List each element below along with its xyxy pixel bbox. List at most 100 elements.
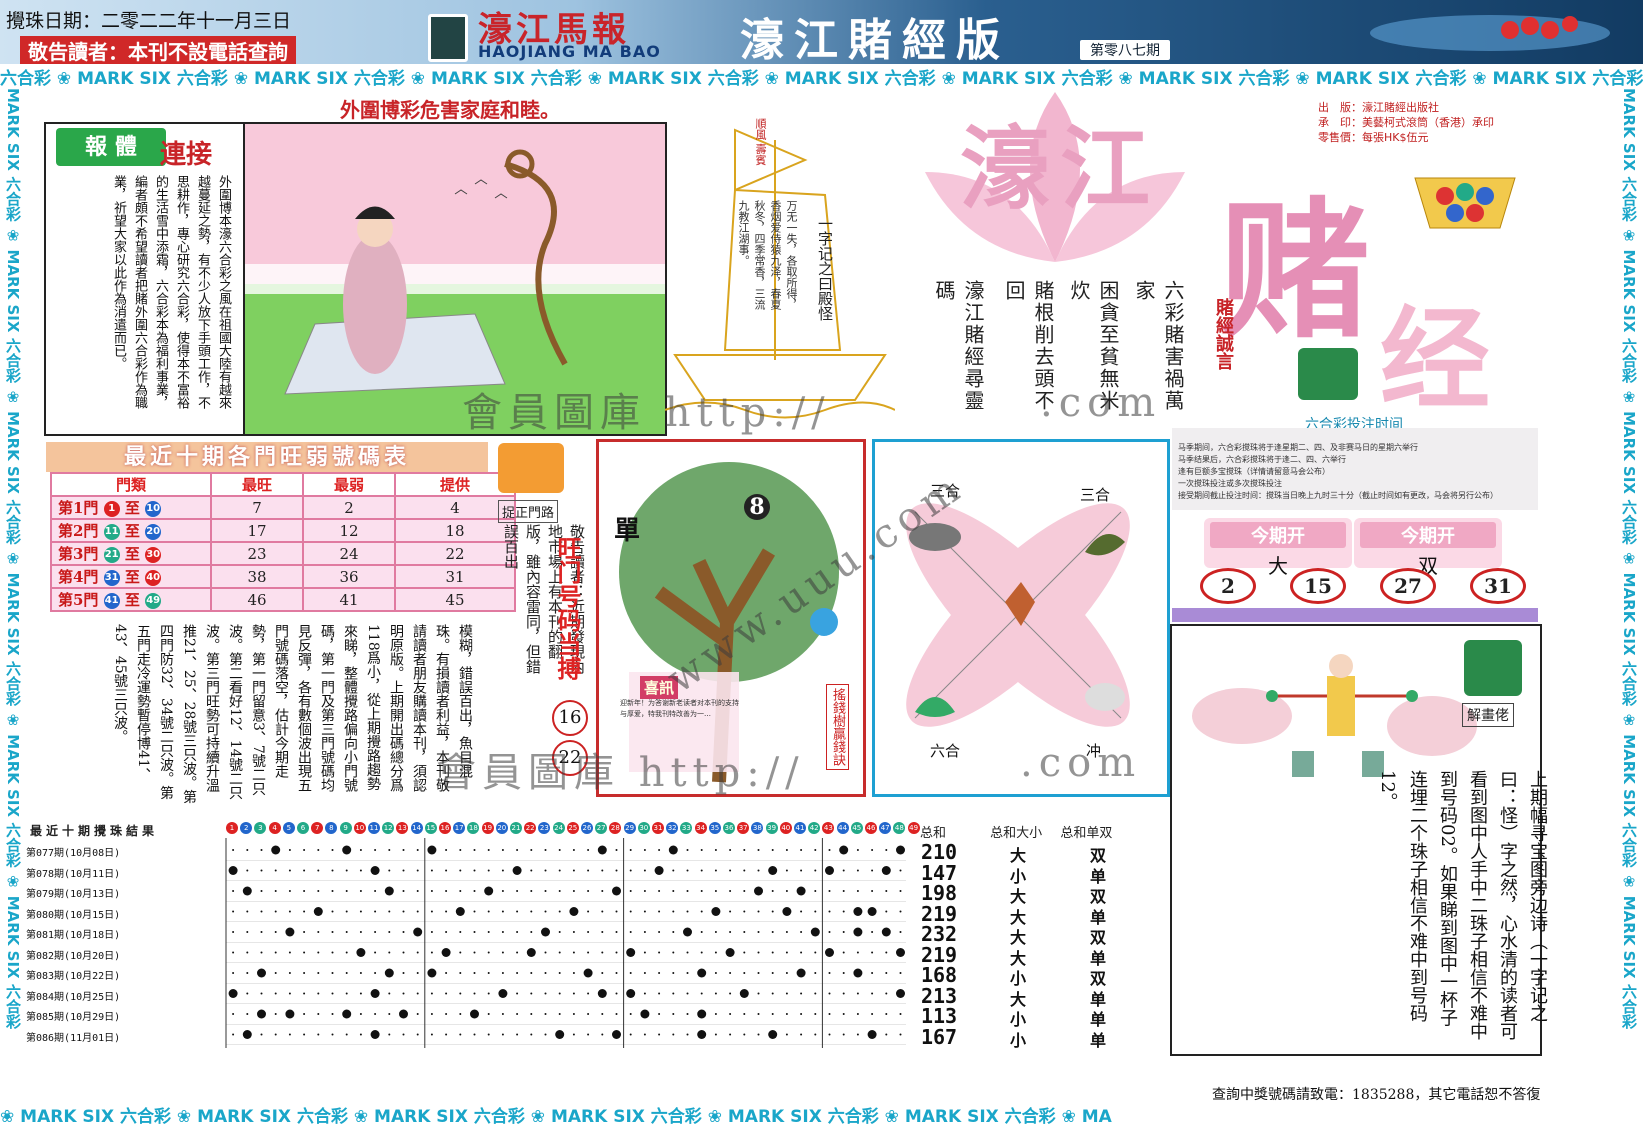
empty-dot (445, 1033, 448, 1036)
drawn-ball-mark (725, 948, 735, 957)
empty-dot (771, 972, 774, 974)
empty-dot (871, 972, 874, 974)
prize-caption: 捉正門路 (498, 500, 559, 523)
empty-dot (288, 992, 291, 995)
empty-dot (658, 1013, 661, 1015)
row-label: 第2門 (58, 522, 99, 540)
empty-dot (459, 992, 462, 995)
empty-dot (587, 992, 590, 995)
empty-dot (274, 1013, 277, 1015)
empty-dot (572, 890, 575, 892)
grid-row-label: 第077期(10月08日) (26, 848, 121, 859)
empty-dot (303, 951, 306, 954)
tree-single-label: 單 (614, 516, 641, 546)
empty-dot (714, 992, 717, 995)
ball-from: 21 (103, 547, 120, 563)
row-label: 第1門 (58, 499, 99, 517)
empty-dot (516, 1033, 519, 1036)
empty-dot (317, 849, 320, 851)
empty-dot (430, 931, 433, 933)
drawn-ball-mark (626, 989, 636, 998)
empty-dot (530, 992, 533, 995)
empty-dot (487, 1033, 490, 1036)
empty-dot (274, 890, 277, 892)
empty-dot (814, 1013, 817, 1015)
empty-dot (686, 869, 689, 872)
table-row: 第5門 41 至 49 46 41 45 (50, 587, 516, 612)
cell-max: 17 (210, 518, 304, 543)
grid-row-label: 第080期(10月15日) (26, 909, 121, 921)
empty-dot (359, 890, 362, 892)
empty-dot (374, 1013, 377, 1015)
tree-news-text: 迎新年！为答谢新老读者对本刊的支持与厚爱，特我刊特改善为一… (620, 699, 739, 718)
empty-dot (558, 972, 561, 974)
empty-dot (487, 931, 490, 933)
book-icon (428, 14, 468, 62)
drawn-ball-mark (384, 968, 394, 978)
empty-dot (288, 1033, 291, 1036)
lucky-heading: 旺门号码当搏 (553, 536, 582, 680)
empty-dot (828, 1033, 831, 1036)
drawn-ball-mark (285, 927, 295, 937)
grid-row-label: 第084期(10月25日) (26, 991, 121, 1003)
drawn-ball-mark (796, 886, 806, 896)
ball-to: 49 (145, 593, 162, 609)
cell-min: 12 (302, 518, 396, 543)
empty-dot (402, 1033, 405, 1036)
grid-ball-number: 39 (765, 822, 778, 834)
empty-dot (672, 869, 675, 872)
empty-dot (558, 992, 561, 995)
drawn-ball-mark (683, 927, 692, 937)
empty-dot (501, 951, 504, 954)
empty-dot (572, 951, 575, 954)
grid-ball-number: 2 (240, 822, 253, 834)
empty-dot (729, 890, 732, 892)
empty-dot (785, 1013, 788, 1015)
printer-line: 承 印：美藝柯式滾筒（香港）承印 (1318, 116, 1494, 129)
empty-dot (402, 992, 405, 995)
cell-max: 7 (210, 495, 304, 520)
empty-dot (686, 951, 689, 954)
empty-dot (232, 931, 235, 933)
empty-dot (828, 992, 831, 995)
empty-dot (672, 910, 675, 913)
drawn-ball-mark (896, 845, 905, 855)
empty-dot (601, 890, 604, 892)
empty-dot (629, 972, 632, 974)
empty-dot (445, 869, 448, 872)
publisher-info: 出 版：濠江賭經出版社 承 印：美藝柯式滾筒（香港）承印 零售價：每張HK$伍元 (1318, 100, 1494, 145)
cell-offer: 22 (394, 541, 516, 566)
lottery-balls-icon (1414, 177, 1516, 229)
slogan-haojiang: 濠江 (960, 116, 1160, 222)
empty-dot (601, 1033, 604, 1036)
empty-dot (530, 1033, 533, 1036)
drawn-ball-mark (257, 1009, 266, 1019)
grid-ball-number: 49 (907, 822, 920, 834)
to-word: 至 (124, 499, 140, 517)
to-word: 至 (124, 568, 140, 586)
empty-dot (246, 910, 249, 913)
empty-dot (899, 931, 902, 933)
drawn-ball-mark (356, 948, 366, 957)
empty-dot (530, 972, 533, 974)
empty-dot (516, 951, 519, 954)
drawn-ball-mark (470, 1009, 479, 1019)
grid-ball-number: 10 (353, 822, 366, 834)
empty-dot (871, 992, 874, 995)
cell-min: 36 (302, 564, 396, 589)
empty-dot (558, 890, 561, 892)
empty-dot (729, 931, 732, 933)
empty-dot (416, 972, 419, 974)
empty-dot (729, 1013, 732, 1015)
empty-dot (473, 869, 476, 872)
motto: 賭經誠言 (1213, 298, 1234, 370)
empty-dot (331, 972, 334, 974)
empty-dot (771, 992, 774, 995)
watermark-text: 會員圖庫 http:// (436, 750, 805, 796)
empty-dot (871, 849, 874, 851)
drawn-ball-mark (711, 907, 721, 916)
empty-dot (473, 849, 476, 851)
result-number: 27 (1380, 568, 1436, 604)
drawn-ball-mark (839, 845, 849, 855)
empty-dot (331, 931, 334, 933)
